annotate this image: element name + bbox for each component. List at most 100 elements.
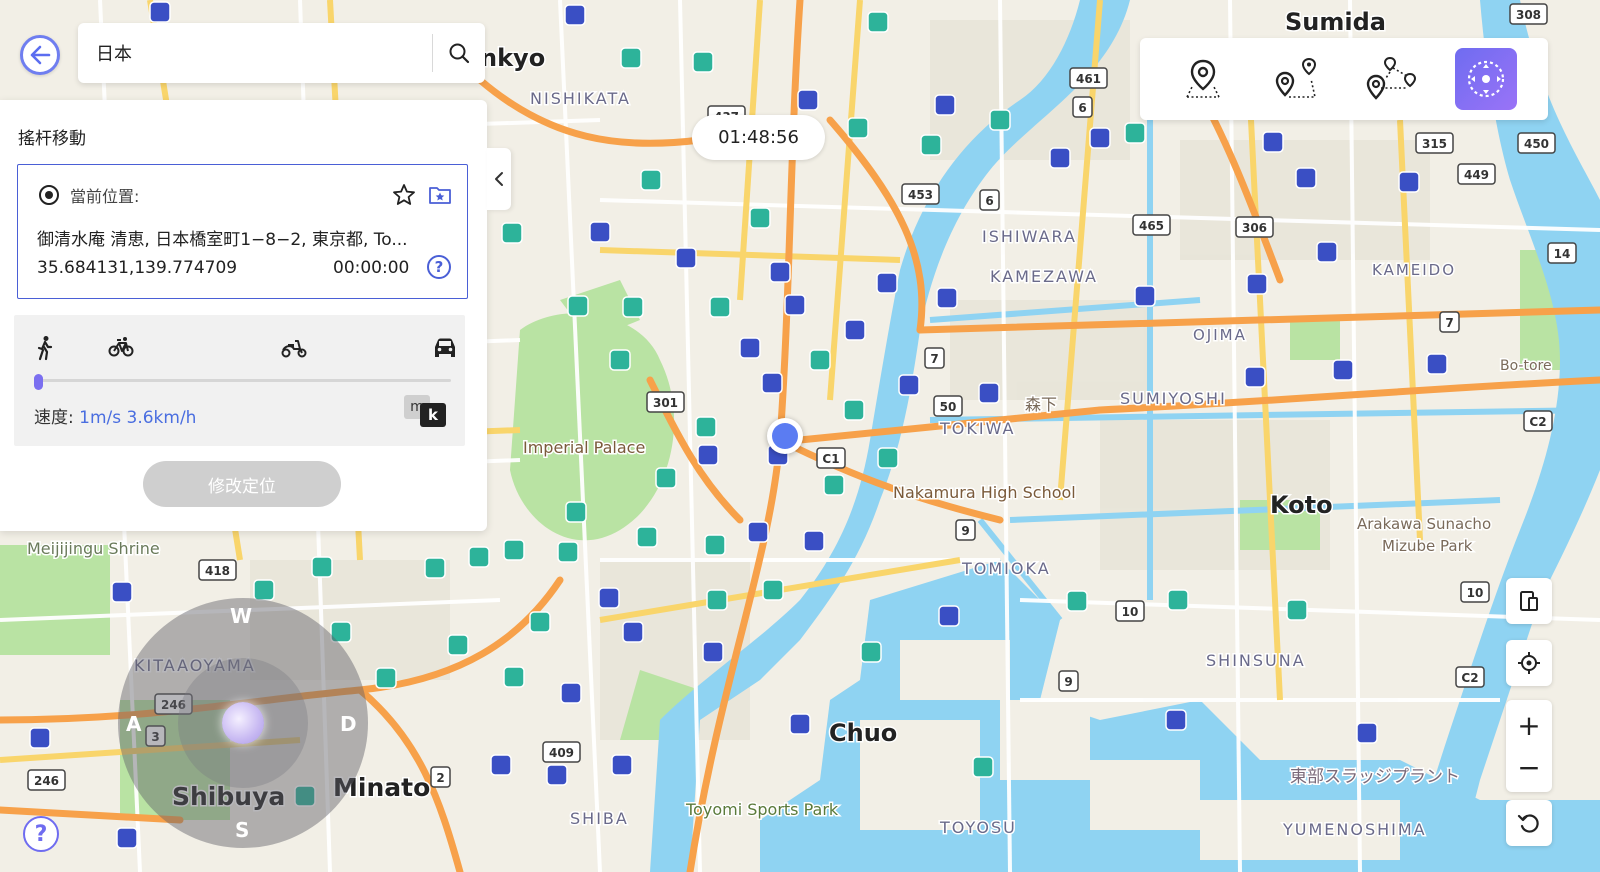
svg-text:9: 9	[961, 524, 969, 538]
train-station-icon	[789, 713, 811, 735]
metro-station-icon	[565, 501, 587, 523]
current-location-card: 當前位置: 御清水庵 清恵, 日本橋室町1−8−2, 東京都, To... 35…	[17, 164, 468, 299]
train-station-icon	[622, 621, 644, 643]
road-shield: 418	[198, 559, 237, 581]
crosshair-icon	[1518, 652, 1540, 674]
zoom-in-button[interactable]: +	[1506, 702, 1552, 748]
location-address: 御清水庵 清恵, 日本橋室町1−8−2, 東京都, To...	[37, 230, 408, 250]
metro-station-icon	[709, 296, 731, 318]
two-spot-mode-button[interactable]	[1266, 48, 1328, 110]
teleport-mode-button[interactable]	[1172, 48, 1234, 110]
current-location-label: 當前位置:	[70, 187, 140, 206]
svg-text:14: 14	[1554, 247, 1571, 261]
metro-station-icon	[622, 296, 644, 318]
speed-slider-track[interactable]	[38, 379, 451, 382]
svg-text:C2: C2	[1529, 415, 1546, 429]
elapsed-time: 00:00:00	[333, 258, 410, 278]
favorites-folder-icon[interactable]	[428, 183, 452, 207]
metro-station-icon	[375, 667, 397, 689]
multi-spot-mode-button[interactable]	[1360, 48, 1422, 110]
road-shield: 50	[933, 395, 963, 417]
joystick-down-label: S	[235, 818, 250, 842]
metro-station-icon	[501, 222, 523, 244]
metro-station-icon	[503, 539, 525, 561]
panel-title: 搖杆移動	[18, 129, 86, 149]
panel-collapse-button[interactable]	[487, 148, 511, 210]
train-station-icon	[739, 337, 761, 359]
train-station-icon	[490, 754, 512, 776]
bike-icon[interactable]	[108, 335, 134, 359]
unit-k-option[interactable]: k	[420, 403, 446, 427]
map-place-label: SHINSUNA	[1206, 651, 1306, 670]
svg-text:9: 9	[1064, 675, 1072, 689]
joystick-knob[interactable]	[222, 702, 264, 744]
speed-value: 1m/s 3.6km/h	[79, 408, 197, 428]
svg-text:246: 246	[34, 774, 59, 788]
zoom-out-button[interactable]: −	[1506, 744, 1552, 790]
metro-station-icon	[1066, 590, 1088, 612]
svg-text:6: 6	[1078, 101, 1086, 115]
road-shield: 409	[542, 741, 581, 763]
reset-button[interactable]	[1506, 800, 1552, 846]
road-shield: 10	[1460, 581, 1490, 603]
locate-me-button[interactable]	[1506, 640, 1552, 686]
train-station-icon	[116, 827, 138, 849]
search-button[interactable]	[433, 23, 485, 83]
road-shield: 315	[1415, 132, 1454, 154]
train-station-icon	[1356, 722, 1378, 744]
multi-spot-route-icon	[1366, 56, 1417, 100]
speed-slider-thumb[interactable]	[34, 374, 43, 390]
train-station-icon	[111, 581, 133, 603]
location-help-button[interactable]: ?	[427, 255, 451, 279]
joystick-mode-button[interactable]	[1455, 48, 1517, 110]
train-station-icon	[1332, 359, 1354, 381]
road-shield: 7	[1439, 311, 1460, 333]
road-shield: 246	[27, 769, 66, 791]
train-station-icon	[784, 294, 806, 316]
map-place-label: TOYOSU	[939, 818, 1017, 837]
joystick-icon	[1467, 60, 1505, 98]
help-button[interactable]: ?	[23, 816, 59, 852]
location-coordinates: 35.684131,139.774709	[37, 258, 238, 278]
unit-toggle[interactable]: m k	[404, 395, 448, 427]
road-shield: 7	[924, 347, 945, 369]
target-icon	[39, 185, 59, 205]
road-shield: 453	[901, 183, 940, 205]
map-place-label: KAMEIDO	[1372, 261, 1456, 279]
metro-station-icon	[843, 399, 865, 421]
device-switch-button[interactable]	[1506, 578, 1552, 624]
road-shield: 2	[430, 766, 451, 788]
map-place-label: Arakawa Sunacho	[1357, 515, 1491, 533]
back-button[interactable]	[20, 35, 60, 75]
joystick-control[interactable]: W S A D	[118, 598, 368, 848]
modify-location-button[interactable]: 修改定位	[143, 461, 341, 507]
road-shield: 10	[1115, 600, 1145, 622]
car-icon[interactable]	[432, 335, 458, 359]
zoom-controls: + −	[1506, 700, 1552, 792]
map-place-label: Toyomi Sports Park	[685, 800, 839, 819]
map-place-label: OJIMA	[1193, 326, 1247, 344]
scooter-icon[interactable]	[280, 335, 308, 359]
metro-station-icon	[860, 641, 882, 663]
star-icon[interactable]	[392, 183, 416, 207]
walk-icon[interactable]	[34, 335, 56, 361]
road-shield: 9	[1058, 670, 1079, 692]
svg-text:450: 450	[1524, 137, 1549, 151]
road-shield: 6	[1072, 96, 1093, 118]
svg-text:7: 7	[930, 352, 938, 366]
map-place-label: Imperial Palace	[523, 438, 645, 457]
metro-station-icon	[567, 295, 589, 317]
map-place-label: Meijijingu Shrine	[27, 539, 160, 558]
metro-station-icon	[809, 349, 831, 371]
svg-text:50: 50	[940, 400, 957, 414]
train-station-icon	[1426, 353, 1448, 375]
svg-text:C1: C1	[822, 452, 839, 466]
road-shield: 465	[1132, 214, 1171, 236]
train-station-icon	[149, 1, 171, 23]
metro-station-icon	[920, 134, 942, 156]
metro-station-icon	[620, 47, 642, 69]
location-dot	[772, 423, 798, 449]
search-input[interactable]	[78, 33, 432, 73]
road-shield: 450	[1517, 132, 1556, 154]
metro-station-icon	[972, 756, 994, 778]
